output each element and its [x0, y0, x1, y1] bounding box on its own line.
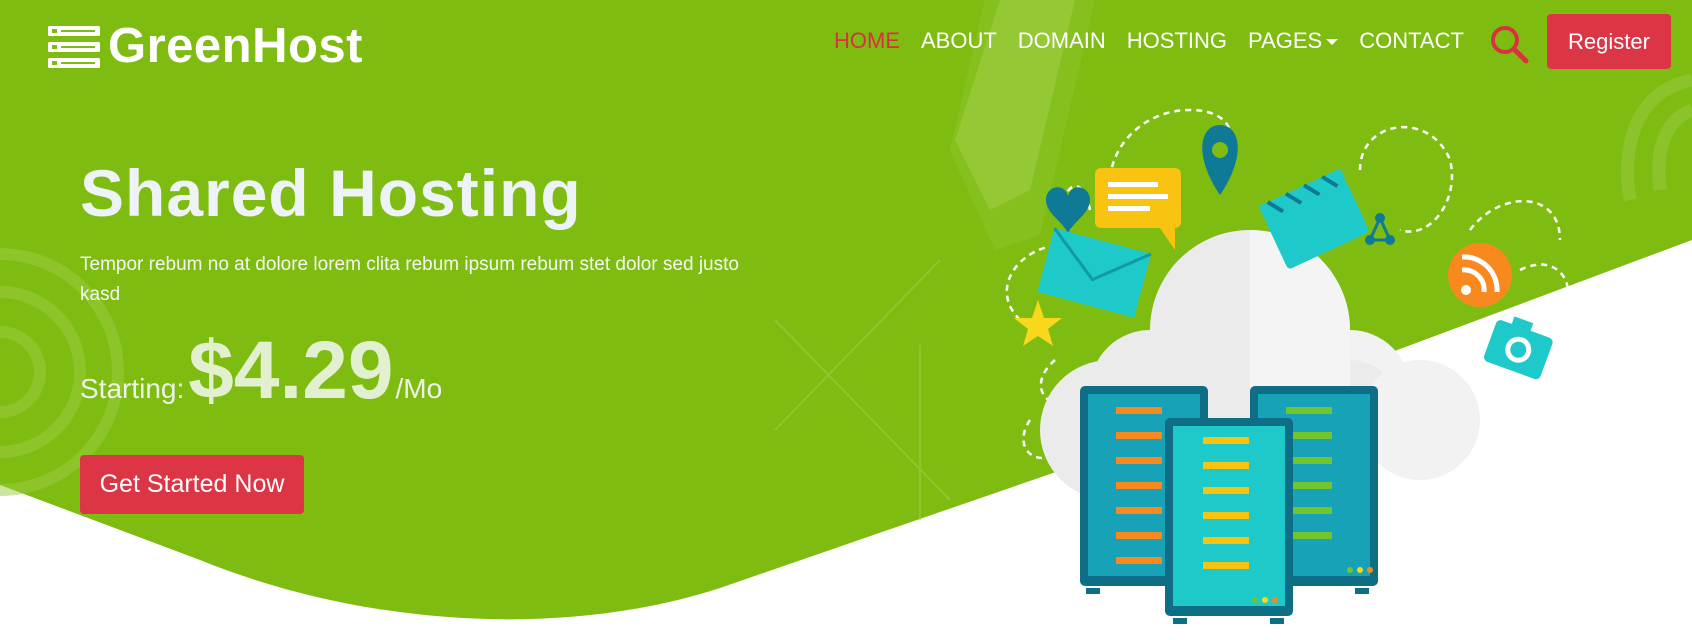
register-button[interactable]: Register — [1547, 14, 1671, 69]
star-icon — [1014, 300, 1062, 346]
hero-title: Shared Hosting — [80, 156, 582, 230]
rss-icon — [1448, 243, 1512, 307]
price-row: Starting: $4.29 /Mo — [80, 330, 442, 412]
camera-icon — [1483, 316, 1553, 380]
price-amount: $4.29 — [188, 325, 394, 416]
price-prefix: Starting: — [80, 373, 185, 404]
server-center — [1165, 418, 1293, 624]
brand-logo[interactable]: GreenHost — [48, 22, 363, 71]
price-suffix: /Mo — [395, 373, 443, 404]
envelope-icon — [1037, 227, 1152, 318]
nav-pages-dropdown[interactable]: PAGES — [1248, 28, 1339, 54]
hero-description: Tempor rebum no at dolore lorem clita re… — [80, 254, 739, 305]
nav-hosting[interactable]: HOSTING — [1127, 28, 1227, 54]
search-icon[interactable] — [1489, 24, 1529, 64]
nav-contact[interactable]: CONTACT — [1359, 28, 1464, 54]
navbar: GreenHost HOME ABOUT DOMAIN HOSTING PAGE… — [0, 0, 1692, 90]
get-started-button[interactable]: Get Started Now — [80, 455, 304, 514]
nav-pages-label: PAGES — [1248, 28, 1323, 53]
location-pin-icon — [1202, 125, 1238, 195]
nav-menu: HOME ABOUT DOMAIN HOSTING PAGES CONTACT — [834, 28, 1485, 54]
server-stack-icon — [48, 25, 100, 68]
chevron-down-icon — [1326, 39, 1339, 46]
cloud-hosting-illustration — [1005, 108, 1570, 624]
nav-domain[interactable]: DOMAIN — [1018, 28, 1106, 54]
heart-icon — [1046, 187, 1090, 234]
share-icon — [1365, 213, 1395, 245]
chat-bubble-icon — [1095, 168, 1181, 250]
nav-home[interactable]: HOME — [834, 28, 900, 54]
brand-name: GreenHost — [108, 19, 364, 73]
nav-about[interactable]: ABOUT — [921, 28, 997, 54]
